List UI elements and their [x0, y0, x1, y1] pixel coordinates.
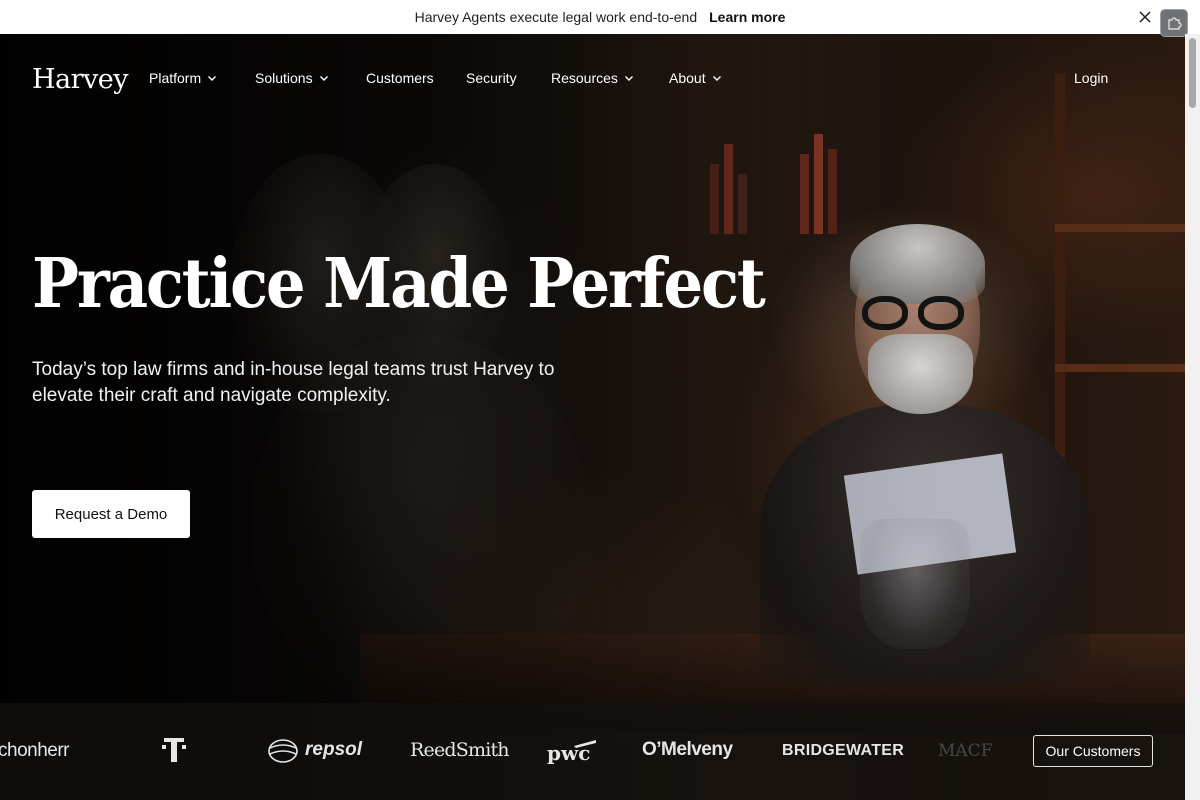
- logo-bridgewater: BRIDGEWATER: [782, 742, 905, 759]
- hero-headline: Practice Made Perfect: [32, 244, 766, 324]
- login-link[interactable]: Login: [1074, 70, 1108, 86]
- nav-item-label: Platform: [149, 70, 202, 86]
- nav-item-label: Solutions: [255, 70, 313, 86]
- nav-item-label: Security: [466, 70, 517, 86]
- nav-item-customers[interactable]: Customers: [366, 70, 434, 86]
- nav-item-label: Resources: [551, 70, 618, 86]
- top-navigation: Harvey Platform Solutions Customers Secu…: [0, 34, 1185, 122]
- logo-macfarlanes: MACF: [938, 741, 993, 761]
- harvey-logo[interactable]: Harvey: [32, 64, 129, 95]
- logo-repsol: repsol: [305, 739, 363, 760]
- nav-item-about[interactable]: About: [669, 70, 722, 86]
- hero-overlay: [0, 34, 1185, 800]
- nav-item-solutions[interactable]: Solutions: [255, 70, 329, 86]
- chevron-down-icon: [712, 76, 721, 81]
- nav-item-label: Customers: [366, 70, 434, 86]
- logo-reedsmith: ReedSmith: [410, 739, 510, 761]
- nav-item-platform[interactable]: Platform: [149, 70, 217, 86]
- customer-logo-strip: chonherr repsol ReedSmith pwc O’Melveny …: [0, 703, 1185, 800]
- scrollbar-thumb[interactable]: [1189, 38, 1196, 108]
- logo-schonherr: chonherr: [0, 740, 70, 761]
- hero-subtext: Today’s top law firms and in-house legal…: [32, 359, 555, 406]
- request-demo-button[interactable]: Request a Demo: [32, 490, 190, 538]
- hero-background-image: [0, 34, 1185, 800]
- nav-item-resources[interactable]: Resources: [551, 70, 634, 86]
- pwc-mark-icon: [574, 740, 596, 748]
- logo-omelveny: O’Melveny: [642, 739, 733, 760]
- chevron-down-icon: [624, 76, 633, 81]
- chevron-down-icon: [319, 76, 328, 81]
- nav-item-label: About: [669, 70, 706, 86]
- close-icon[interactable]: [1138, 10, 1152, 24]
- extension-icon[interactable]: [1160, 9, 1188, 37]
- t-mobile-logo-icon: [162, 738, 186, 762]
- chevron-down-icon: [208, 76, 217, 81]
- repsol-logo-icon: [268, 739, 298, 763]
- nav-item-security[interactable]: Security: [466, 70, 517, 86]
- learn-more-link[interactable]: Learn more: [709, 9, 785, 25]
- page-scrollbar[interactable]: [1185, 34, 1200, 800]
- puzzle-icon: [1168, 17, 1182, 30]
- our-customers-button[interactable]: Our Customers: [1033, 735, 1153, 767]
- announcement-message: Harvey Agents execute legal work end-to-…: [414, 9, 698, 25]
- announcement-bar: Harvey Agents execute legal work end-to-…: [0, 0, 1200, 37]
